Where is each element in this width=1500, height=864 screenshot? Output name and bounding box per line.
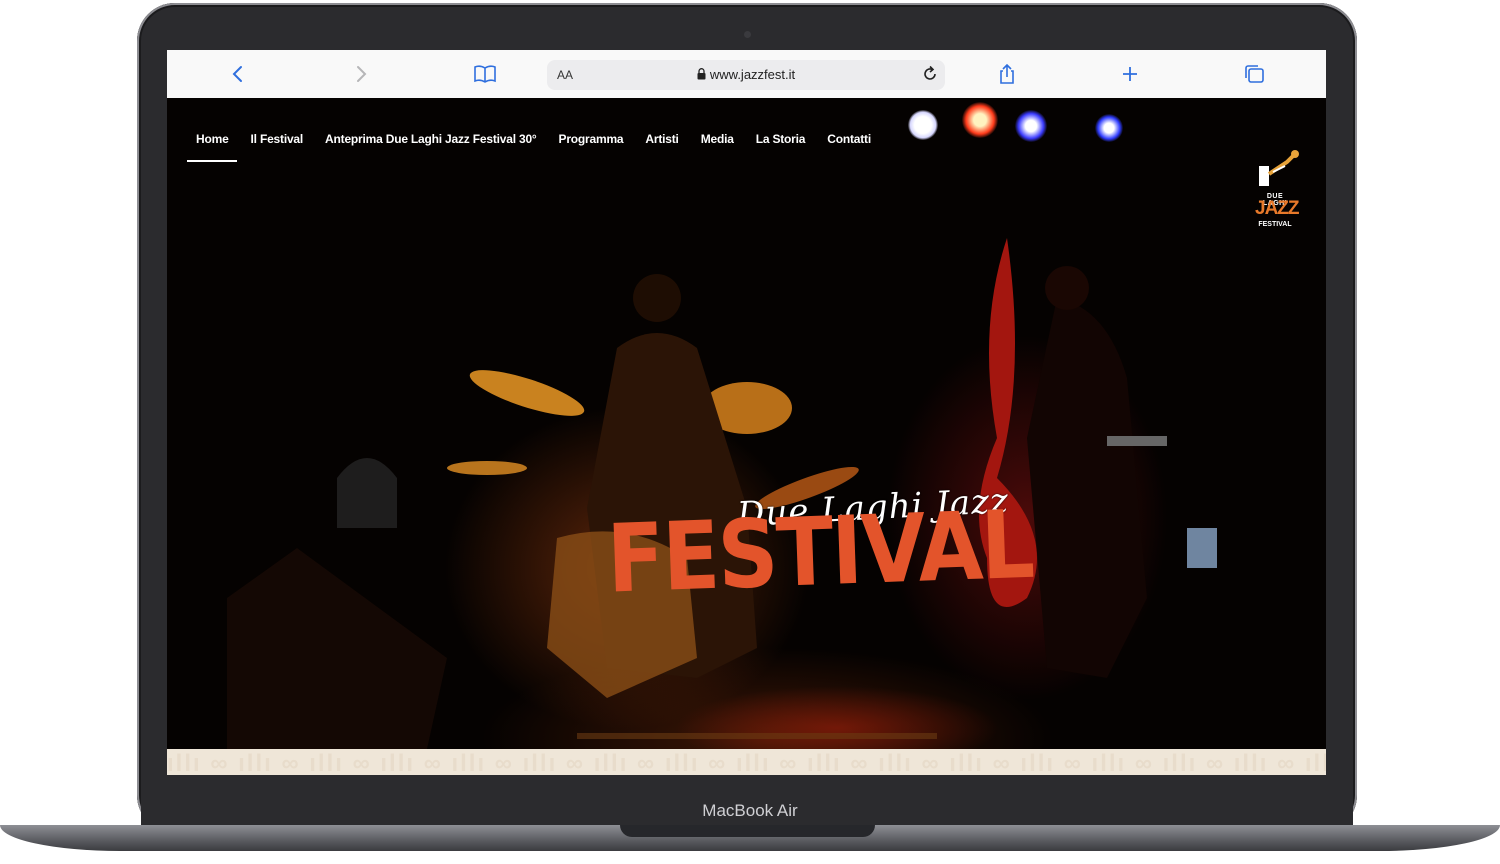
url-text: www.jazzfest.it bbox=[709, 67, 796, 82]
bookmarks-button[interactable] bbox=[471, 60, 499, 88]
camera bbox=[744, 31, 751, 38]
share-icon bbox=[1000, 63, 1014, 84]
reload-icon bbox=[924, 65, 936, 80]
hero-banner: Home Il Festival Anteprima Due Laghi Jaz… bbox=[167, 98, 1326, 749]
stage-light-blue-2 bbox=[1095, 114, 1123, 142]
trumpet-icon bbox=[1259, 150, 1299, 186]
back-button[interactable] bbox=[224, 60, 252, 88]
share-button[interactable] bbox=[993, 60, 1021, 88]
strip-pattern: ıllı ∞ ıllı ∞ ıllı ∞ ıllı ∞ ıllı ∞ ıllı … bbox=[167, 750, 1326, 775]
lock-icon bbox=[697, 68, 706, 80]
decorative-strip: ıllı ∞ ıllı ∞ ıllı ∞ ıllı ∞ ıllı ∞ ıllı … bbox=[167, 749, 1326, 775]
logo-line-3: FESTIVAL bbox=[1258, 221, 1292, 228]
address-bar[interactable]: AA www.jazzfest.it bbox=[547, 60, 945, 90]
reload-button[interactable] bbox=[921, 65, 939, 88]
forward-icon bbox=[357, 66, 367, 82]
festival-logo[interactable]: DUE LAGHI JAZZ FESTIVAL bbox=[1255, 148, 1300, 232]
tabs-button[interactable] bbox=[1240, 60, 1268, 88]
browser-screen: AA www.jazzfest.it Home Il Festival Ante… bbox=[167, 50, 1326, 775]
hero-main-title: FESTIVAL bbox=[605, 489, 1035, 614]
device-label: MacBook Air bbox=[702, 801, 798, 820]
nav-item-programma[interactable]: Programma bbox=[548, 132, 635, 146]
main-nav: Home Il Festival Anteprima Due Laghi Jaz… bbox=[185, 132, 882, 162]
stage-light-blue bbox=[1015, 110, 1047, 142]
nav-item-la-storia[interactable]: La Storia bbox=[745, 132, 817, 146]
logo-line-2: JAZZ bbox=[1255, 198, 1300, 219]
bookmarks-icon bbox=[474, 65, 496, 83]
nav-item-home[interactable]: Home bbox=[185, 132, 240, 162]
new-tab-icon bbox=[1123, 67, 1137, 81]
browser-toolbar: AA www.jazzfest.it bbox=[167, 50, 1326, 99]
band-silhouette bbox=[227, 238, 1217, 749]
nav-item-anteprima[interactable]: Anteprima Due Laghi Jazz Festival 30° bbox=[314, 132, 547, 146]
tabs-icon bbox=[1245, 65, 1264, 83]
stage-light-red bbox=[962, 102, 998, 138]
nav-item-artisti[interactable]: Artisti bbox=[634, 132, 689, 146]
back-icon bbox=[232, 66, 242, 82]
nav-item-il-festival[interactable]: Il Festival bbox=[240, 132, 315, 146]
nav-item-media[interactable]: Media bbox=[690, 132, 745, 146]
nav-item-contatti[interactable]: Contatti bbox=[816, 132, 882, 146]
stage-light-white bbox=[908, 110, 938, 140]
laptop-notch bbox=[620, 825, 875, 837]
new-tab-button[interactable] bbox=[1116, 60, 1144, 88]
url-display: www.jazzfest.it bbox=[547, 67, 945, 82]
forward-button[interactable] bbox=[347, 60, 375, 88]
